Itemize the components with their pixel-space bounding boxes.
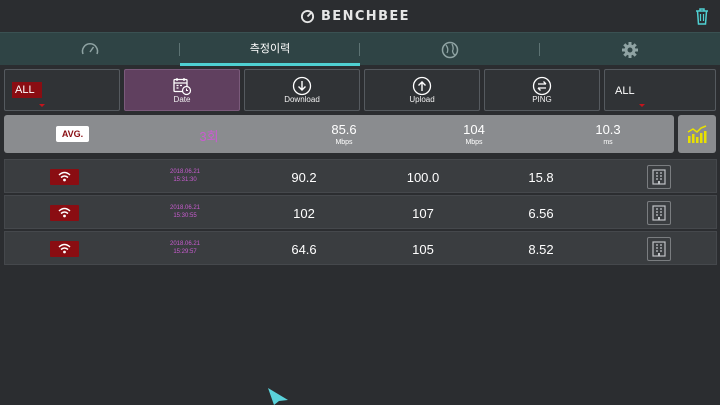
download-value: 64.6 bbox=[291, 242, 317, 257]
measure-date: 2018.06.21 bbox=[169, 241, 201, 247]
dropdown-indicator-icon bbox=[639, 104, 645, 107]
tab-history-label: 측정이력 bbox=[249, 43, 291, 55]
gear-icon bbox=[622, 41, 638, 58]
ping-value: 6.56 bbox=[528, 206, 554, 221]
ping-value: 8.52 bbox=[528, 242, 554, 257]
download-sort-label: Download bbox=[284, 95, 320, 104]
swap-arrows-icon bbox=[532, 76, 552, 96]
building-icon bbox=[652, 241, 666, 257]
avg-ping-value: 10.3 bbox=[595, 122, 621, 137]
speedometer-icon bbox=[81, 42, 99, 54]
measure-date: 2018.06.21 bbox=[169, 205, 201, 211]
date-sort-button[interactable]: Date bbox=[124, 69, 240, 111]
measure-time: 15:29:57 bbox=[173, 249, 197, 255]
location-filter-label: ALL bbox=[615, 85, 635, 97]
location-detail-button[interactable] bbox=[647, 237, 671, 261]
upload-arrow-icon bbox=[412, 76, 432, 96]
chart-view-button[interactable] bbox=[678, 115, 716, 153]
tab-settings[interactable] bbox=[540, 33, 720, 66]
wifi-badge bbox=[50, 241, 79, 257]
app-logo: BENCHBEE bbox=[300, 7, 410, 25]
avg-download-unit: Mbps bbox=[335, 139, 353, 146]
avg-upload-value: 104 bbox=[463, 122, 485, 137]
network-filter-label: ALL bbox=[12, 82, 42, 98]
filter-bar: ALL Date Download Upload PING ALL bbox=[0, 69, 720, 112]
location-filter-button[interactable]: ALL bbox=[604, 69, 716, 111]
ping-value: 15.8 bbox=[528, 170, 554, 185]
avg-download-value: 85.6 bbox=[331, 122, 357, 137]
tab-map[interactable] bbox=[360, 33, 540, 66]
trash-icon[interactable] bbox=[694, 7, 710, 25]
avg-ping-unit: ms bbox=[603, 139, 613, 146]
result-row[interactable]: 2018.06.21 15:29:57 64.6 105 8.52 bbox=[4, 231, 717, 265]
location-detail-button[interactable] bbox=[647, 165, 671, 189]
measure-datetime: 2018.06.21 15:30:55 bbox=[155, 204, 215, 220]
logo-icon bbox=[300, 9, 315, 23]
app-name: BENCHBEE bbox=[321, 8, 410, 24]
pointer-cursor-icon bbox=[268, 388, 288, 405]
building-icon bbox=[652, 205, 666, 221]
app-header: BENCHBEE bbox=[0, 0, 720, 32]
tab-speed[interactable] bbox=[0, 33, 180, 66]
avg-upload-unit: Mbps bbox=[465, 139, 483, 146]
measure-date: 2018.06.21 bbox=[169, 169, 201, 175]
measure-time: 15:31:30 bbox=[173, 177, 197, 183]
result-row[interactable]: 2018.06.21 15:31:30 90.2 100.0 15.8 bbox=[4, 159, 717, 193]
wifi-icon bbox=[58, 207, 71, 218]
measure-datetime: 2018.06.21 15:29:57 bbox=[155, 240, 215, 256]
wifi-icon bbox=[58, 171, 71, 182]
line-chart-icon bbox=[687, 125, 707, 143]
upload-sort-label: Upload bbox=[409, 95, 435, 104]
upload-value: 100.0 bbox=[406, 170, 440, 185]
wifi-badge bbox=[50, 205, 79, 221]
ping-sort-label: PING bbox=[532, 95, 552, 104]
avg-badge: AVG. bbox=[56, 126, 89, 142]
upload-value: 105 bbox=[412, 242, 434, 257]
ping-sort-button[interactable]: PING bbox=[484, 69, 600, 111]
location-detail-button[interactable] bbox=[647, 201, 671, 225]
result-row[interactable]: 2018.06.21 15:30:55 102 107 6.56 bbox=[4, 195, 717, 229]
test-count: 3회 bbox=[199, 129, 219, 144]
measure-time: 15:30:55 bbox=[173, 213, 197, 219]
building-icon bbox=[652, 169, 666, 185]
wifi-badge bbox=[50, 169, 79, 185]
average-summary-bar: AVG. 3회 85.6 Mbps 104 Mbps 10.3 ms bbox=[4, 115, 674, 153]
download-value: 102 bbox=[293, 206, 315, 221]
network-filter-button[interactable]: ALL bbox=[4, 69, 120, 111]
calendar-clock-icon bbox=[173, 78, 192, 96]
tab-history[interactable]: 측정이력 bbox=[180, 33, 360, 66]
wifi-icon bbox=[58, 243, 71, 254]
upload-value: 107 bbox=[412, 206, 434, 221]
date-sort-label: Date bbox=[173, 95, 191, 104]
upload-sort-button[interactable]: Upload bbox=[364, 69, 480, 111]
download-sort-button[interactable]: Download bbox=[244, 69, 360, 111]
measure-datetime: 2018.06.21 15:31:30 bbox=[155, 168, 215, 184]
download-arrow-icon bbox=[292, 76, 312, 96]
download-value: 90.2 bbox=[291, 170, 317, 185]
globe-icon bbox=[441, 41, 459, 58]
tab-bar: 측정이력 bbox=[0, 32, 720, 66]
dropdown-indicator-icon bbox=[39, 104, 45, 107]
